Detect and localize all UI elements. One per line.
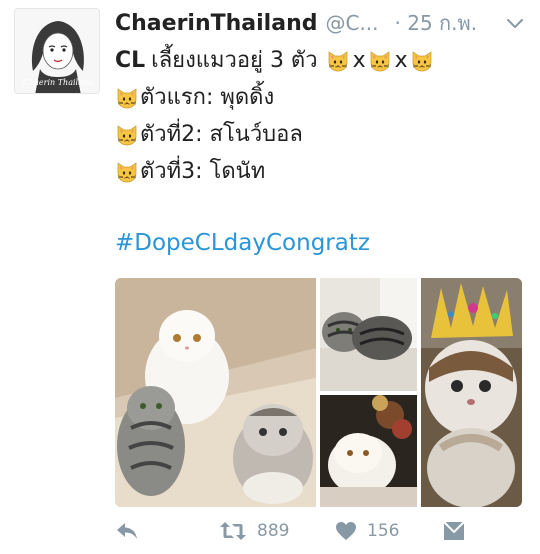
hashtag-link[interactable]: #DopeCLdayCongratz — [115, 230, 370, 256]
tweet-line-4: ตัวที่3: โดนัท — [115, 153, 525, 190]
reply-button[interactable] — [115, 518, 139, 544]
user-handle[interactable]: @C... — [325, 11, 378, 35]
photo-2[interactable] — [320, 278, 417, 391]
cat-face-emoji — [115, 123, 139, 147]
chevron-down-icon[interactable] — [504, 12, 526, 34]
heart-icon — [336, 522, 356, 540]
media-grid — [115, 278, 522, 507]
cat-face-emoji — [368, 49, 392, 73]
photo-4[interactable] — [421, 278, 522, 507]
cat-face-emoji — [115, 86, 139, 110]
tweet-line-3-text: ตัวที่2: สโนว์บอล — [140, 122, 303, 147]
tweet-line-1-text: เลี้ยงแมวอยู่ 3 ตัว — [151, 48, 318, 73]
photo-3[interactable] — [320, 395, 417, 507]
cat-face-emoji — [326, 49, 350, 73]
tweet-line-2: ตัวแรก: พุดดิ้ง — [115, 79, 525, 116]
tweet-timestamp[interactable]: 25 ก.พ. — [395, 7, 477, 39]
tweet-line-2-text: ตัวแรก: พุดดิ้ง — [140, 85, 275, 110]
retweet-icon — [220, 522, 246, 540]
tweet-separator: x — [394, 48, 408, 73]
retweet-button[interactable]: 889 — [219, 518, 289, 544]
display-name[interactable]: ChaerinThailand — [115, 11, 317, 36]
direct-message-icon — [443, 521, 465, 540]
reply-icon — [117, 523, 137, 539]
cat-face-emoji — [115, 160, 139, 184]
cat-face-emoji — [410, 49, 434, 73]
like-count: 156 — [367, 521, 400, 541]
tweet-line-3: ตัวที่2: สโนว์บอล — [115, 116, 525, 153]
avatar[interactable]: Chaerin Thailand — [14, 8, 100, 94]
tweet-separator: x — [352, 48, 366, 73]
avatar-text: Chaerin Thailand — [23, 78, 93, 87]
tweet-actions: 889 156 — [115, 516, 475, 546]
like-button[interactable]: 156 — [335, 518, 399, 544]
retweet-count: 889 — [257, 521, 290, 541]
direct-message-button[interactable] — [443, 518, 465, 544]
tweet-cl-label: CL — [115, 48, 146, 73]
tweet-line-1: CL เลี้ยงแมวอยู่ 3 ตัว x x — [115, 42, 525, 79]
tweet-line-4-text: ตัวที่3: โดนัท — [140, 159, 266, 184]
tweet-text: CL เลี้ยงแมวอยู่ 3 ตัว x x ตัวแรก: พุดดิ… — [115, 42, 525, 190]
tweet-header: ChaerinThailand @C... 25 ก.พ. — [115, 6, 527, 40]
photo-1[interactable] — [115, 278, 316, 507]
